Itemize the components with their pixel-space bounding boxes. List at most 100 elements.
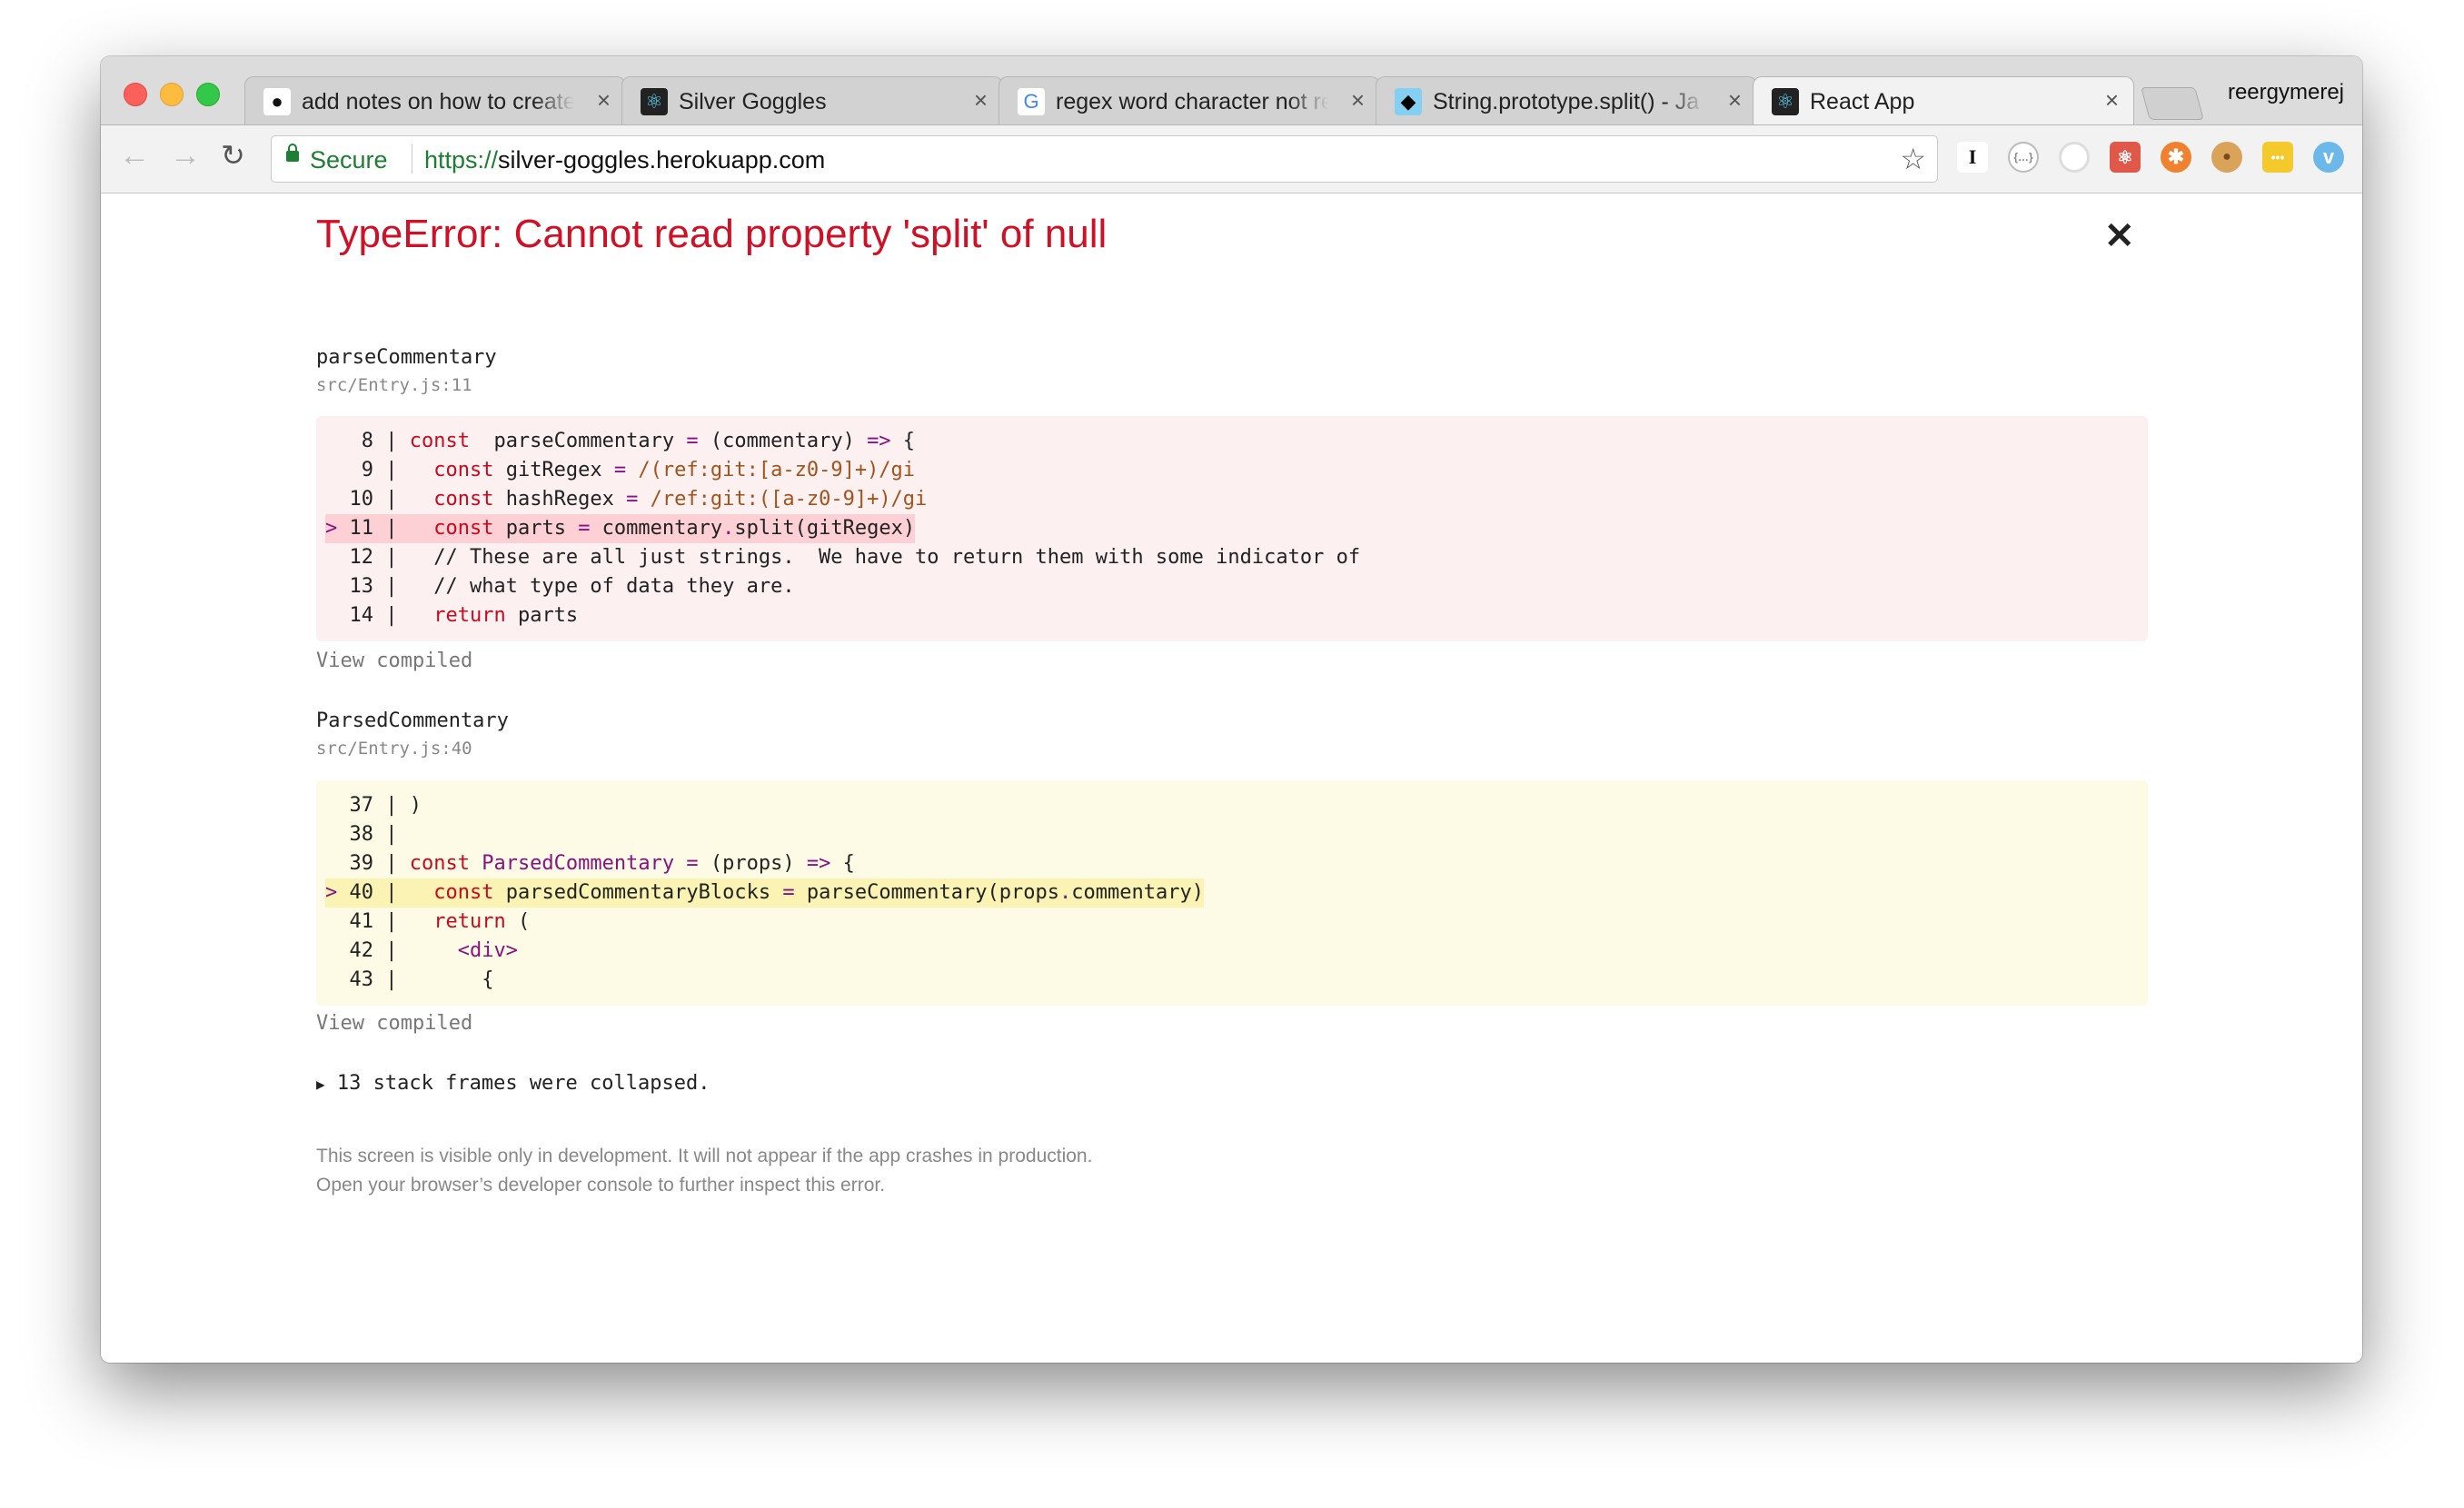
code-line: 9 | const gitRegex = /(ref:git:[a-z0-9]+… <box>316 456 2148 485</box>
extension-cookie-icon[interactable]: ● <box>2211 142 2242 173</box>
bookmark-star-icon[interactable]: ☆ <box>1900 142 1926 176</box>
line-number: 42 | <box>325 939 410 962</box>
browser-tab[interactable]: ◆ String.prototype.split() - Ja × <box>1376 76 1757 124</box>
extension-react-devtools-icon[interactable]: ⚛ <box>2110 142 2141 173</box>
code-token: // These are all just strings. We have t… <box>409 546 1361 569</box>
back-button[interactable]: ← <box>119 138 150 174</box>
browser-tab[interactable]: ⚛ Silver Goggles × <box>621 76 1003 124</box>
tab-title: String.prototype.split() - Ja <box>1433 89 1700 114</box>
line-number: 39 | <box>325 852 410 875</box>
code-token-op: = <box>686 852 699 875</box>
code-line-content: 38 | <box>325 820 410 849</box>
frame-function-name: parseCommentary <box>316 346 497 369</box>
line-number: > 40 | <box>325 881 410 904</box>
extension-json-icon[interactable]: {…} <box>2008 142 2039 173</box>
code-token-keyword: const <box>433 517 494 540</box>
code-line: 42 | <div> <box>316 937 2148 966</box>
close-tab-icon[interactable]: × <box>597 86 611 114</box>
tab-strip: ● add notes on how to create × ⚛ Silver Gogg… <box>101 56 2362 124</box>
code-token-keyword: const <box>433 459 494 481</box>
line-number: 12 | <box>325 546 410 569</box>
code-line-content: 39 | const ParsedCommentary = (props) =>… <box>325 849 854 878</box>
footer-note: Open your browser’s developer console to… <box>316 1175 886 1195</box>
code-token-op: = <box>626 488 639 511</box>
code-token-arrow: => <box>806 852 831 875</box>
collapsed-frames-toggle[interactable]: ▶ 13 stack frames were collapsed. <box>316 1072 710 1095</box>
code-token: (commentary) <box>698 430 868 452</box>
code-line-content: 37 | ) <box>325 791 421 820</box>
code-token-keyword: const <box>409 430 470 452</box>
address-bar[interactable]: Secure https://silver-goggles.herokuapp.… <box>271 135 1938 183</box>
extension-text-cursor-icon[interactable]: I <box>1957 142 1988 173</box>
code-line: 14 | return parts <box>316 601 2148 630</box>
code-token-keyword: return <box>433 604 506 627</box>
code-token: parseCommentary <box>469 430 687 452</box>
extension-orange-icon[interactable]: ✱ <box>2161 142 2191 173</box>
code-line-content: 9 | const gitRegex = /(ref:git:[a-z0-9]+… <box>325 456 915 485</box>
code-token-keyword: return <box>433 910 506 933</box>
code-line: 10 | const hashRegex = /ref:git:([a-z0-9… <box>316 485 2148 514</box>
line-number: 9 | <box>325 459 410 481</box>
browser-tab[interactable]: ⚛ React App × <box>1753 76 2134 124</box>
close-overlay-button[interactable]: ✕ <box>2104 215 2135 257</box>
close-window-button[interactable] <box>124 83 147 106</box>
view-compiled-link[interactable]: View compiled <box>316 1012 472 1035</box>
profile-name[interactable]: reergymerej <box>2228 80 2344 105</box>
react-icon: ⚛ <box>1772 88 1799 115</box>
new-tab-button[interactable] <box>2141 87 2204 120</box>
line-number: 37 | <box>325 794 410 817</box>
code-token-op: = <box>613 459 627 481</box>
line-number: 14 | <box>325 604 410 627</box>
extension-v-icon[interactable]: v <box>2313 142 2344 173</box>
close-tab-icon[interactable]: × <box>2105 86 2119 114</box>
code-token: (props) <box>698 852 807 875</box>
close-tab-icon[interactable]: × <box>1351 86 1365 114</box>
minimize-window-button[interactable] <box>160 83 184 106</box>
view-compiled-link[interactable]: View compiled <box>316 650 472 672</box>
code-token-regex: /(ref:git:[a-z0-9]+)/gi <box>638 459 916 481</box>
maximize-window-button[interactable] <box>196 83 220 106</box>
error-title: TypeError: Cannot read property 'split' … <box>316 212 1108 256</box>
line-number: 43 | <box>325 968 410 991</box>
code-line: 43 | { <box>316 966 2148 995</box>
frame-location[interactable]: src/Entry.js:40 <box>316 739 472 759</box>
code-token: gitRegex <box>493 459 614 481</box>
browser-window: ● add notes on how to create × ⚛ Silver Gogg… <box>101 56 2362 1363</box>
close-tab-icon[interactable]: × <box>1728 86 1742 114</box>
reload-button[interactable]: ↻ <box>221 138 245 173</box>
code-token-keyword: const <box>433 488 494 511</box>
tab-title: React App <box>1810 89 1915 114</box>
url-text[interactable]: https://silver-goggles.herokuapp.com <box>424 146 825 174</box>
code-token-op: = <box>782 881 795 904</box>
code-token: // what type of data they are. <box>409 575 795 598</box>
frame-location[interactable]: src/Entry.js:11 <box>316 375 472 395</box>
code-token: hashRegex <box>493 488 627 511</box>
browser-tab[interactable]: Gregex word character not re × <box>999 76 1380 124</box>
tab-title: Silver Goggles <box>679 89 827 114</box>
code-line: 12 | // These are all just strings. We h… <box>316 543 2148 572</box>
code-token: { <box>409 968 494 991</box>
code-line: 41 | return ( <box>316 908 2148 937</box>
google-icon: G <box>1018 88 1045 115</box>
line-number: 41 | <box>325 910 410 933</box>
code-token-op: = <box>686 430 699 452</box>
browser-tab[interactable]: ● add notes on how to create × <box>244 76 626 124</box>
code-line: 39 | const ParsedCommentary = (props) =>… <box>316 849 2148 878</box>
forward-button[interactable]: → <box>170 138 201 174</box>
code-token-name: ParsedCommentary <box>482 852 675 875</box>
close-tab-icon[interactable]: × <box>974 86 988 114</box>
extension-circle-icon[interactable] <box>2059 142 2090 173</box>
code-snippet: 8 | const parseCommentary = (commentary)… <box>316 416 2148 641</box>
code-token: { <box>890 430 916 452</box>
code-line-content: 8 | const parseCommentary = (commentary)… <box>325 427 915 456</box>
extension-password-icon[interactable]: ••• <box>2262 142 2293 173</box>
code-token: parseCommentary(props <box>794 881 1060 904</box>
react-icon: ⚛ <box>641 88 668 115</box>
